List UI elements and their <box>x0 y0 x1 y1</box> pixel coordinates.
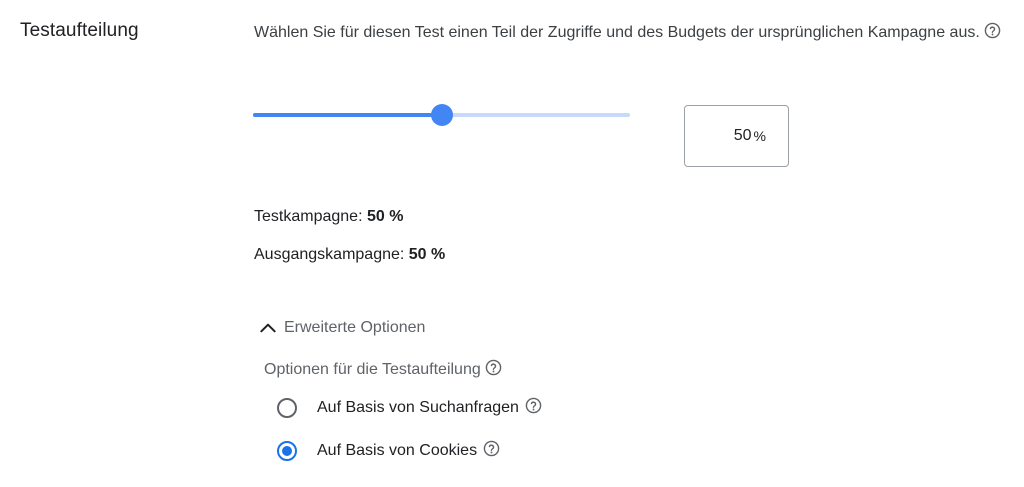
base-campaign-split: Ausgangskampagne: 50 % <box>254 246 445 264</box>
help-icon[interactable] <box>485 359 502 376</box>
split-percent-input[interactable]: 50% <box>684 105 789 167</box>
description-text: Wählen Sie für diesen Test einen Teil de… <box>254 24 980 41</box>
advanced-options-label: Erweiterte Optionen <box>284 319 426 336</box>
radio-option-cookies[interactable]: Auf Basis von Cookies <box>277 440 500 461</box>
radio-button[interactable] <box>277 398 297 418</box>
slider-thumb[interactable] <box>430 104 453 126</box>
help-icon[interactable] <box>525 397 542 414</box>
base-campaign-value: 50 % <box>408 246 446 263</box>
help-icon[interactable] <box>483 440 500 457</box>
test-campaign-split: Testkampagne: 50 % <box>254 208 403 226</box>
test-campaign-label: Testkampagne: <box>254 208 363 225</box>
split-options-text: Optionen für die Testaufteilung <box>264 361 481 378</box>
split-percent-unit: % <box>753 128 766 144</box>
split-options-label: Optionen für die Testaufteilung <box>264 359 502 379</box>
section-description: Wählen Sie für diesen Test einen Teil de… <box>254 18 1014 47</box>
radio-button-selected[interactable] <box>277 441 297 461</box>
traffic-split-slider[interactable] <box>253 104 630 126</box>
test-split-panel: Testaufteilung Wählen Sie für diesen Tes… <box>0 0 1024 487</box>
advanced-options-toggle[interactable]: Erweiterte Optionen <box>258 318 425 338</box>
base-campaign-label: Ausgangskampagne: <box>254 246 405 263</box>
radio-label: Auf Basis von Suchanfragen <box>317 399 519 416</box>
chevron-up-icon <box>260 323 276 333</box>
radio-option-search-queries[interactable]: Auf Basis von Suchanfragen <box>277 397 542 418</box>
test-campaign-value: 50 % <box>366 208 404 225</box>
help-icon[interactable] <box>984 22 1001 39</box>
section-title: Testaufteilung <box>20 20 139 41</box>
split-percent-value: 50 <box>733 127 752 144</box>
slider-fill <box>253 113 442 117</box>
radio-label: Auf Basis von Cookies <box>317 442 478 459</box>
